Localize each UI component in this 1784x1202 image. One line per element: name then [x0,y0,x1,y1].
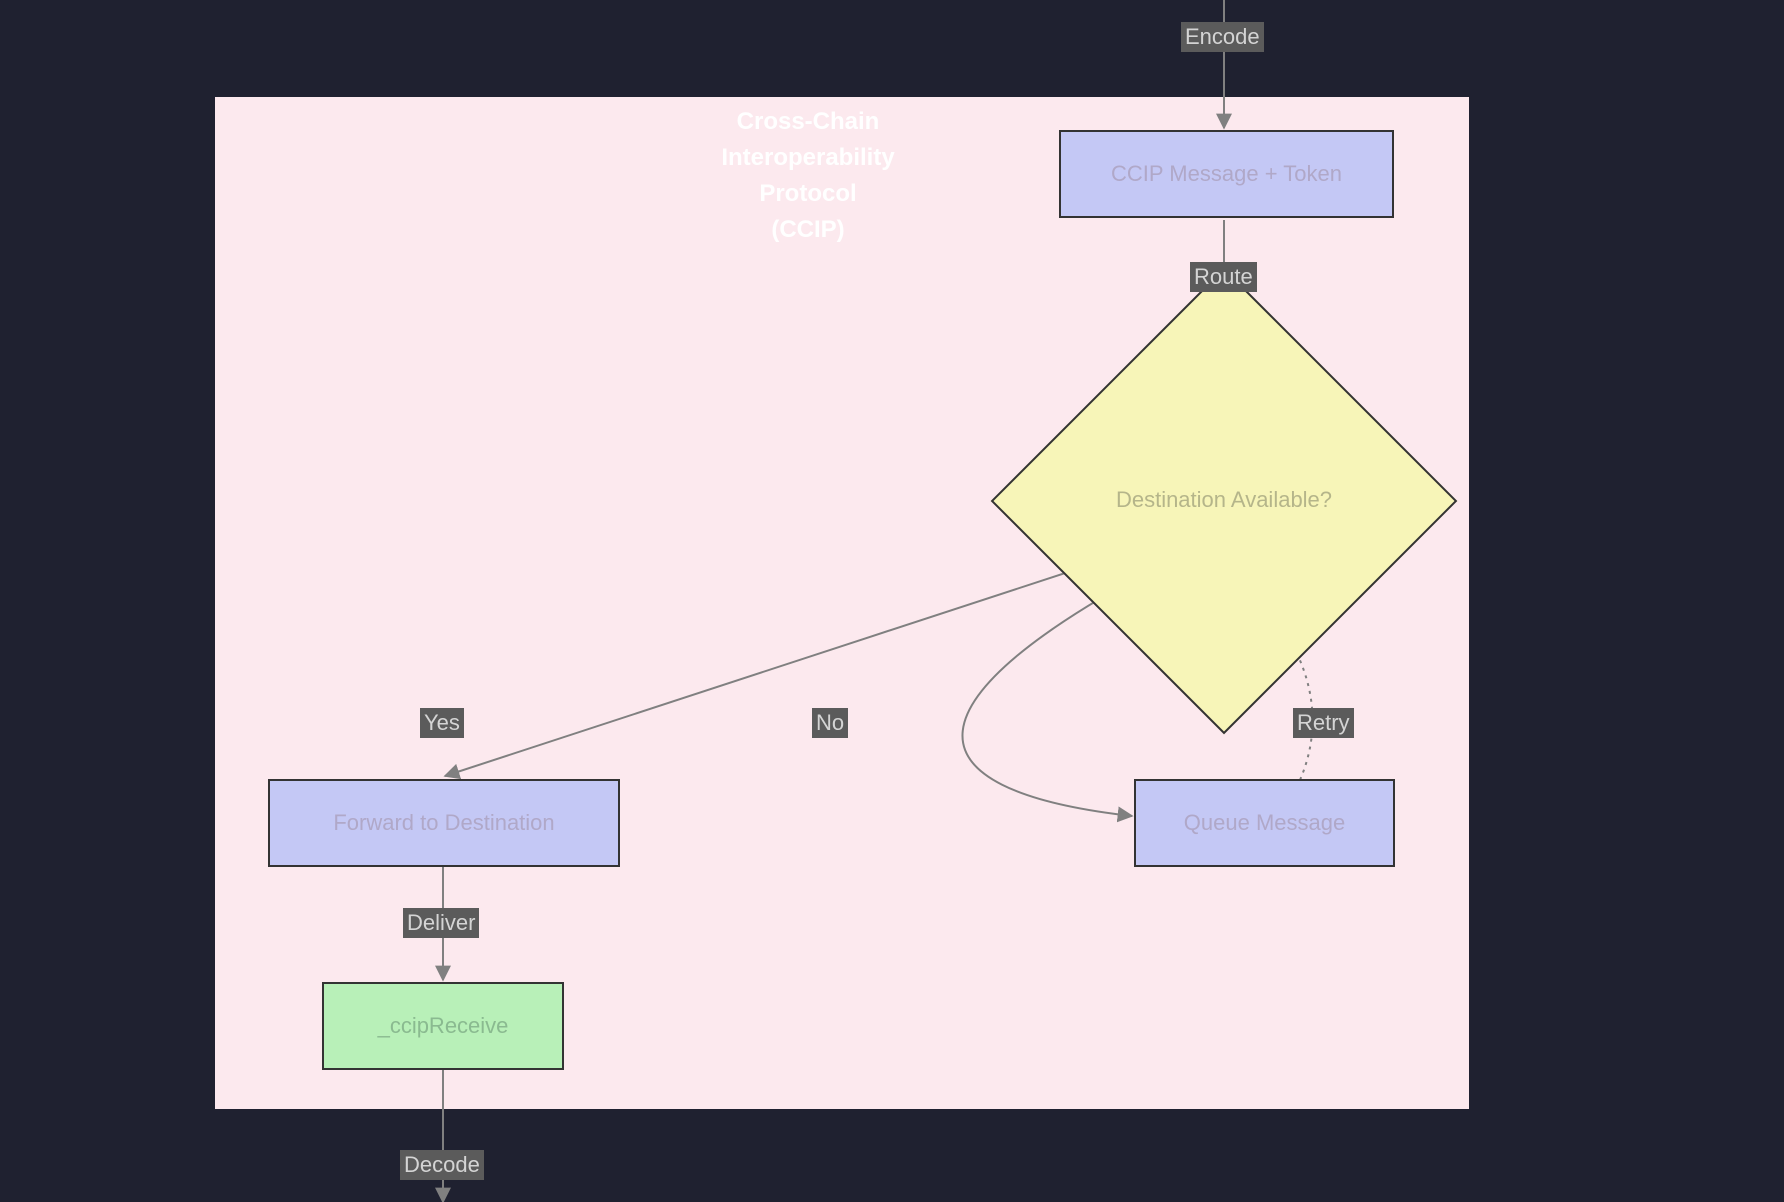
ccip-title-line3: (CCIP) [698,212,918,248]
node-receive-label: _ccipReceive [378,1013,509,1039]
edge-label-no: No [812,708,848,738]
node-destination-available-label: Destination Available? [1094,487,1354,513]
node-ccip-receive: _ccipReceive [322,982,564,1070]
edge-label-deliver: Deliver [403,908,479,938]
edge-label-decode: Decode [400,1150,484,1180]
ccip-title: Cross-Chain Interoperability Protocol (C… [698,104,918,248]
ccip-title-line1: Cross-Chain [698,104,918,140]
edge-label-encode: Encode [1181,22,1264,52]
node-queue-message: Queue Message [1134,779,1395,867]
node-forward-to-destination: Forward to Destination [268,779,620,867]
edge-label-yes: Yes [420,708,464,738]
edge-label-route: Route [1190,262,1257,292]
edge-label-retry: Retry [1293,708,1354,738]
node-forward-label: Forward to Destination [333,810,554,836]
node-queue-label: Queue Message [1184,810,1345,836]
node-ccip-message: CCIP Message + Token [1059,130,1394,218]
node-ccip-message-label: CCIP Message + Token [1111,161,1342,187]
ccip-title-line2: Interoperability Protocol [698,140,918,212]
